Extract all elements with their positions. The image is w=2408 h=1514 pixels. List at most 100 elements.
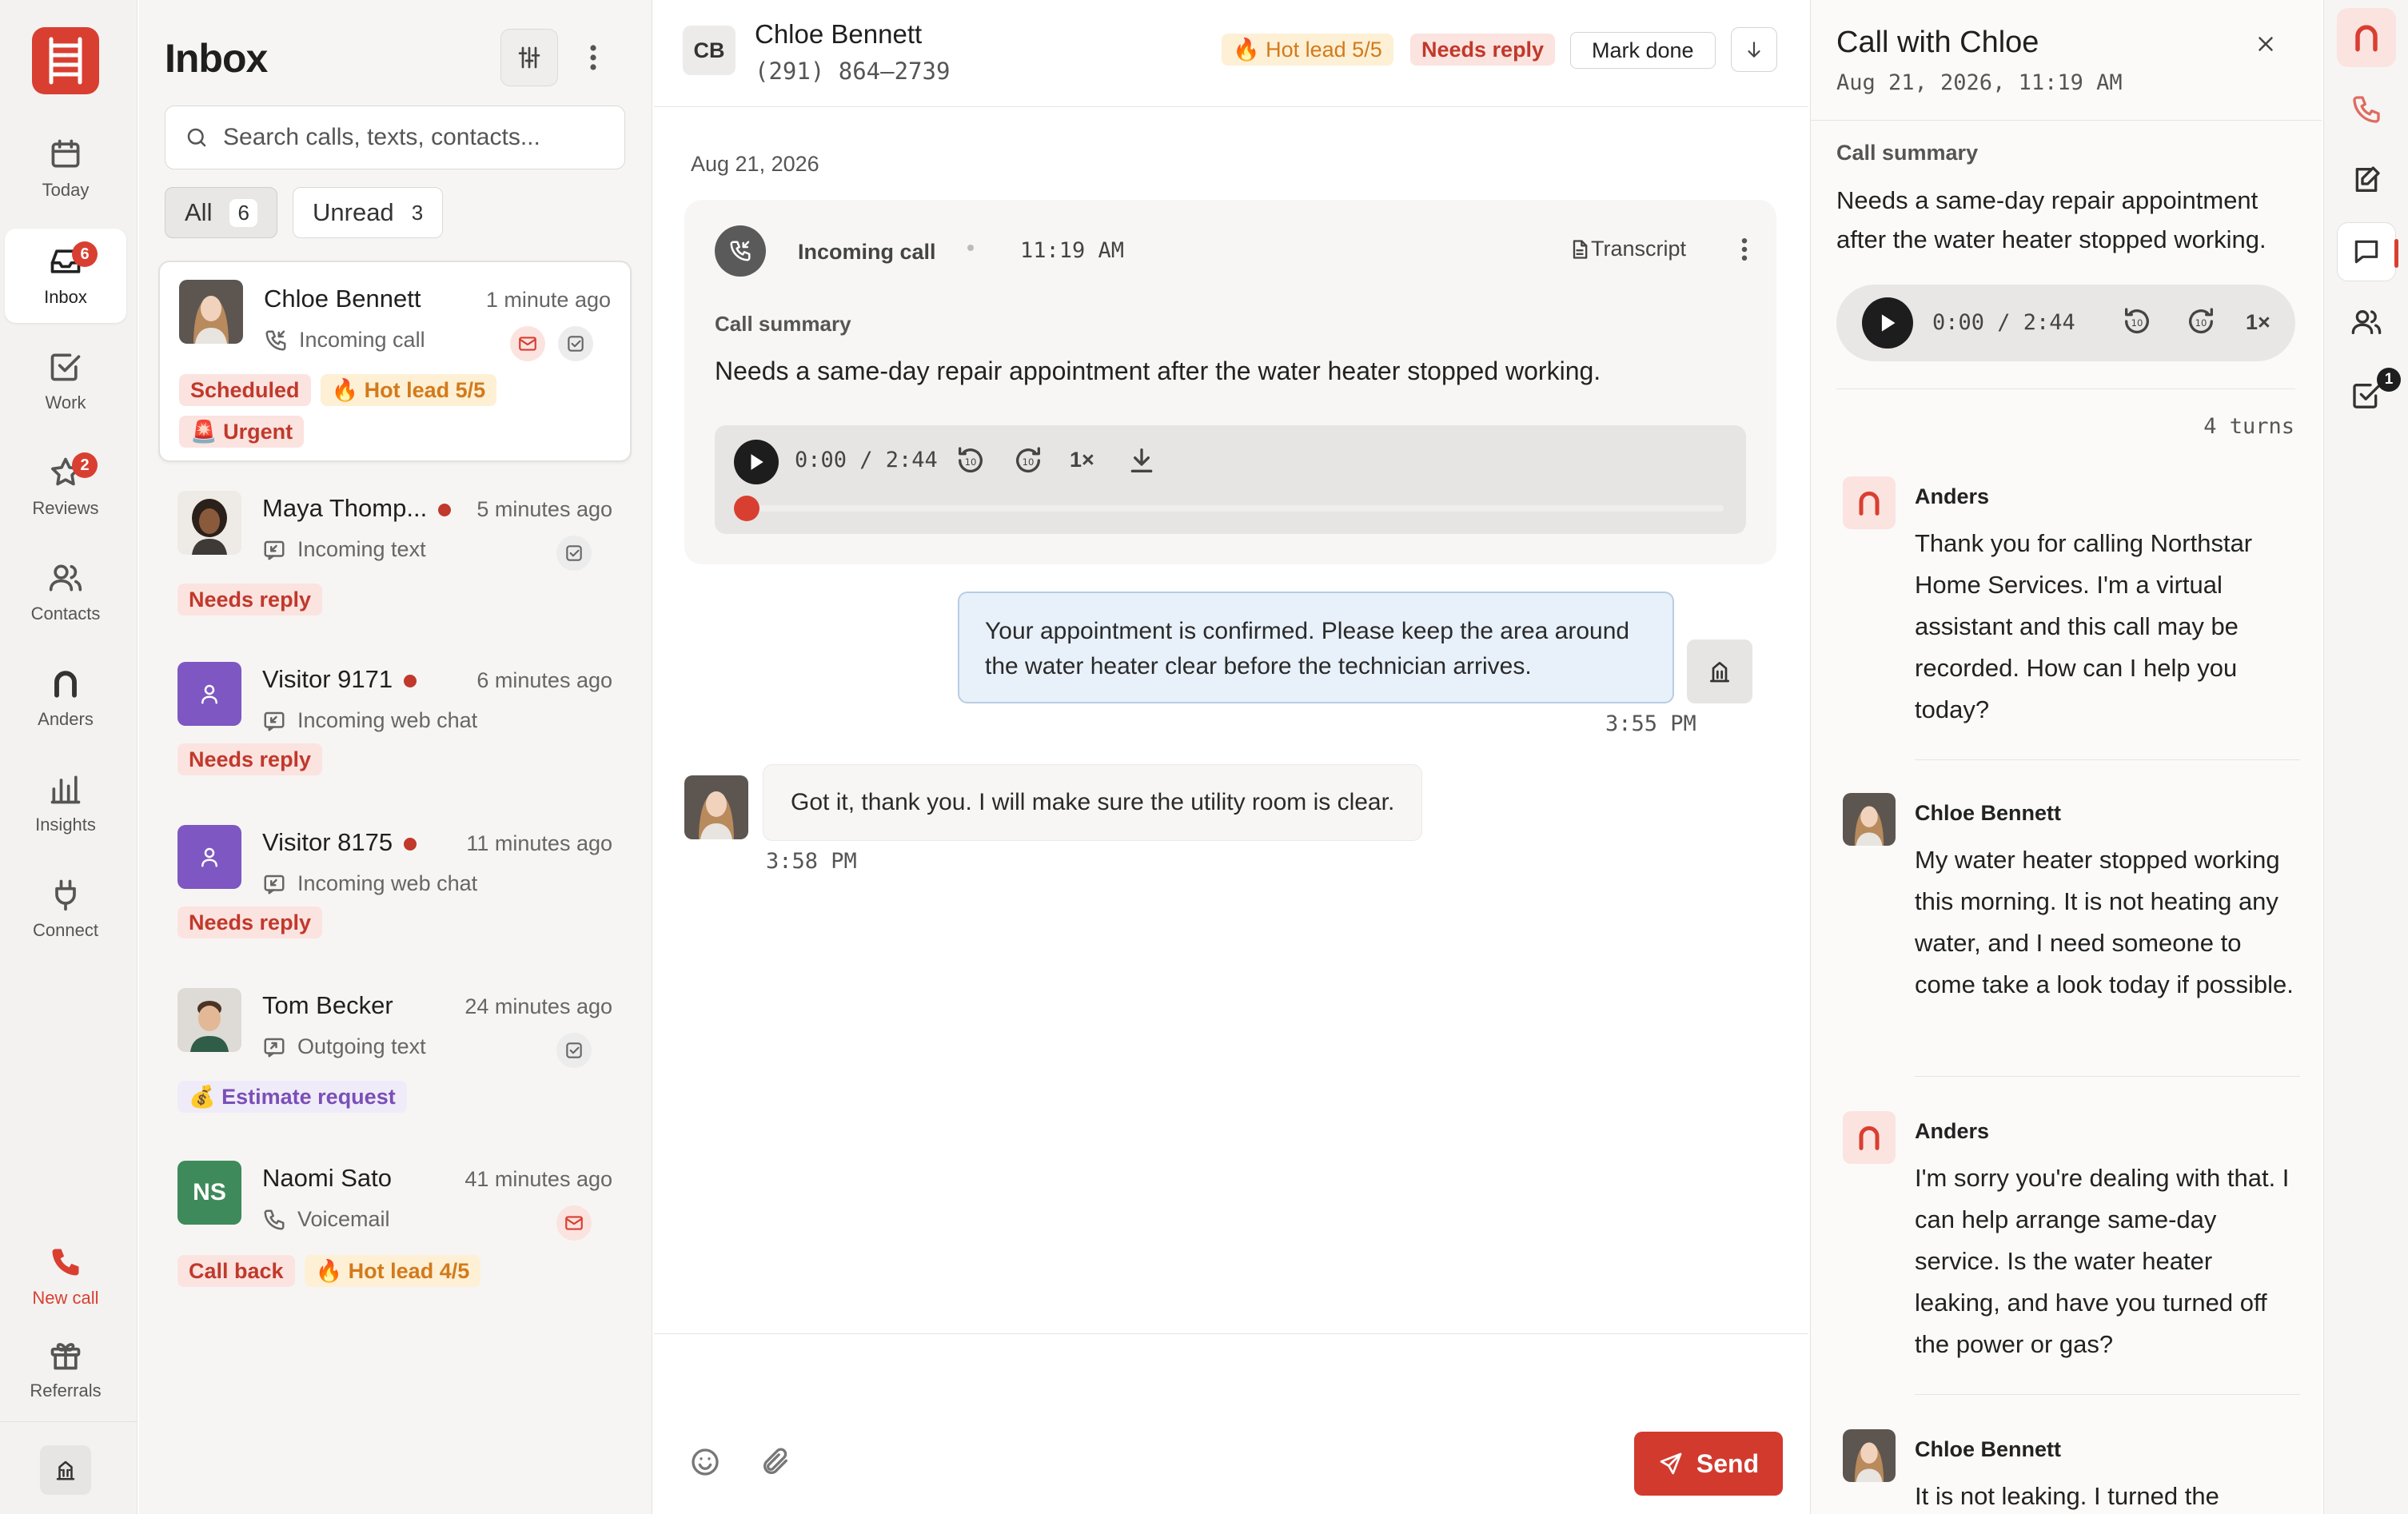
conversation-type: Incoming text (262, 537, 426, 562)
call-summary-text: Needs a same-day repair appointment afte… (715, 357, 1601, 385)
conversation-item[interactable]: Tom Becker 24 minutes ago Outgoing text … (158, 969, 632, 1129)
play-button[interactable] (734, 440, 779, 484)
conversation-item[interactable]: NS Naomi Sato 41 minutes ago Voicemail C… (158, 1141, 632, 1301)
close-button[interactable] (2254, 32, 2278, 56)
reviews-badge: 2 (72, 452, 98, 478)
arrow-down-icon (1748, 42, 1760, 58)
new-call-label: New call (32, 1288, 99, 1308)
transcript-button[interactable]: Transcript (1569, 237, 1686, 261)
tag-needs-reply: Needs reply (177, 906, 323, 938)
emoji-button[interactable] (689, 1446, 721, 1478)
playback-speed-button[interactable]: 1× (1070, 448, 1094, 472)
conversation-item[interactable]: Chloe Bennett 1 minute ago Incoming call… (158, 261, 632, 462)
contact-name-text: Visitor 8175 (262, 828, 393, 856)
mark-done-button[interactable] (556, 1033, 592, 1068)
avatar (177, 491, 241, 555)
attach-button[interactable] (759, 1446, 791, 1478)
paperclip-icon (763, 1448, 787, 1474)
play-icon (1881, 314, 1896, 332)
nav-today[interactable]: Today (5, 122, 126, 216)
nav-work[interactable]: Work (5, 334, 126, 428)
progress-thumb[interactable] (734, 496, 759, 521)
app-logo[interactable] (32, 27, 99, 94)
avatar (177, 988, 241, 1052)
filter-settings-button[interactable] (500, 29, 558, 86)
nav-anders[interactable]: Anders (5, 651, 126, 745)
call-more-button[interactable] (1738, 235, 1751, 264)
player-time: 0:00 / 2:44 (1932, 310, 2075, 335)
avatar (179, 280, 243, 344)
forward-10-button[interactable]: 10 (1012, 444, 1044, 476)
message-input[interactable] (686, 1358, 1773, 1438)
phone-app-button[interactable] (2337, 80, 2396, 139)
workspace-button[interactable] (40, 1445, 91, 1495)
mark-done-button[interactable] (558, 326, 593, 361)
conversation-time: 5 minutes ago (476, 497, 612, 521)
nav-inbox-label: Inbox (44, 287, 87, 307)
conversation-item[interactable]: Maya Thomp... 5 minutes ago Incoming tex… (158, 472, 632, 631)
unread-mail-button[interactable] (510, 326, 545, 361)
inbox-badge: 6 (72, 241, 98, 267)
nav-inbox[interactable]: 6 Inbox (5, 229, 126, 323)
rewind-10-button[interactable]: 10 (2121, 305, 2153, 337)
conversation-time: 24 minutes ago (464, 994, 612, 1018)
outgoing-message-time: 3:55 PM (1605, 711, 1696, 736)
nav-insights[interactable]: Insights (5, 756, 126, 851)
check-square-icon (50, 353, 81, 381)
play-icon (751, 454, 763, 470)
detail-summary-text: Needs a same-day repair appointment afte… (1836, 186, 2266, 253)
filter-all[interactable]: All 6 (165, 187, 277, 238)
download-icon (1130, 448, 1153, 472)
download-button[interactable] (1126, 444, 1158, 476)
nav-connect[interactable]: Connect (5, 862, 126, 956)
tag-hot-lead: 🔥 Hot lead 5/5 (1222, 34, 1393, 66)
progress-track[interactable] (737, 505, 1724, 512)
header-dropdown-button[interactable] (1731, 27, 1777, 72)
outgoing-message: Your appointment is confirmed. Please ke… (958, 592, 1674, 703)
nav-insights-label: Insights (35, 815, 96, 835)
detail-title: Call with Chloe (1836, 26, 2039, 59)
nav-referrals[interactable]: Referrals (5, 1322, 126, 1416)
nav-contacts-label: Contacts (30, 604, 101, 624)
conversation-item[interactable]: Visitor 9171 6 minutes ago Incoming web … (158, 643, 632, 803)
search-input[interactable] (223, 124, 607, 151)
tag-needs-reply: Needs reply (177, 743, 323, 775)
tom-photo-icon (177, 988, 241, 1052)
divider (1811, 120, 2322, 121)
forward-10-button[interactable]: 10 (2185, 305, 2217, 337)
mark-done-button[interactable] (556, 536, 592, 571)
forward-10-icon: 10 (2189, 308, 2214, 334)
more-vertical-icon (590, 45, 596, 70)
call-detail-panel: Call with Chloe Aug 21, 2026, 11:19 AM C… (1810, 0, 2322, 1514)
unread-mail-button[interactable] (556, 1205, 592, 1241)
messages-app-button[interactable] (2337, 222, 2398, 281)
anders-app-button[interactable] (2337, 8, 2396, 67)
play-button[interactable] (1862, 297, 1913, 349)
mark-done-button[interactable]: Mark done (1570, 32, 1716, 69)
nav-contacts[interactable]: Contacts (5, 545, 126, 639)
nav-reviews[interactable]: 2 Reviews (5, 440, 126, 534)
more-vertical-icon (1741, 237, 1748, 261)
player-time: 0:00 / 2:44 (795, 448, 938, 472)
inbox-more-button[interactable] (587, 42, 600, 74)
tasks-app-button[interactable]: 1 (2337, 366, 2401, 425)
send-button[interactable]: Send (1634, 1432, 1783, 1496)
anders-icon (1859, 491, 1880, 516)
separator-dot (967, 245, 974, 251)
notes-app-button[interactable] (2337, 150, 2396, 209)
bar-chart-icon (50, 775, 81, 804)
contact-phone: (291) 864–2739 (755, 58, 951, 85)
playback-speed-button[interactable]: 1× (2246, 310, 2270, 335)
avatar (177, 662, 241, 726)
contact-name-text: Maya Thomp... (262, 494, 428, 522)
new-call-button[interactable]: New call (5, 1229, 126, 1324)
app-rail: 1 (2323, 0, 2408, 1514)
contacts-app-button[interactable] (2337, 293, 2396, 352)
edit-note-icon (2355, 166, 2380, 192)
filter-unread[interactable]: Unread 3 (293, 187, 444, 238)
nav-connect-label: Connect (33, 920, 98, 940)
search-box[interactable] (165, 106, 625, 169)
rewind-10-icon: 10 (958, 447, 983, 473)
rewind-10-button[interactable]: 10 (955, 444, 987, 476)
conversation-item[interactable]: Visitor 8175 11 minutes ago Incoming web… (158, 806, 632, 966)
